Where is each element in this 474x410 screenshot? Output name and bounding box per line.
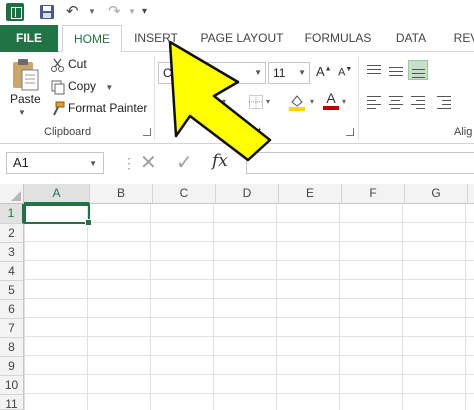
row-header-8[interactable]: 8 [0,338,24,357]
row-header-3[interactable]: 3 [0,243,24,262]
underline-dropdown-icon[interactable]: ▾ [222,94,228,110]
name-box-value: A1 [13,155,29,170]
font-color-button[interactable]: A [322,90,340,112]
select-all-button[interactable] [0,184,24,204]
fill-color-dropdown-icon[interactable]: ▾ [310,94,314,110]
paintbrush-icon [50,101,66,117]
align-center-icon[interactable] [388,96,404,110]
worksheet-grid: A B C D E F G 1 2 3 4 5 6 7 8 9 10 11 [0,184,474,410]
font-size-box[interactable]: 11 ▼ [268,62,310,84]
grow-font-arrow-icon: ▲ [324,65,332,73]
scissors-icon [50,57,66,73]
tab-page-layout[interactable]: PAGE LAYOUT [196,25,288,52]
clipboard-group-label: Clipboard [44,126,92,138]
tab-home[interactable]: HOME [62,25,122,53]
font-name-dropdown-icon[interactable]: ▼ [254,63,262,83]
font-color-letter: A [326,90,336,106]
group-divider [358,56,359,140]
name-box-dropdown-icon[interactable]: ▼ [89,154,97,174]
row-header-11[interactable]: 11 [0,395,24,410]
tab-insert[interactable]: INSERT [130,25,182,52]
font-color-dropdown-icon[interactable]: ▾ [342,94,346,110]
name-box[interactable]: A1 ▼ [6,152,104,174]
tab-data[interactable]: DATA [388,25,434,52]
row-header-7[interactable]: 7 [0,319,24,338]
font-group-label: nt [252,126,262,138]
column-header-b[interactable]: B [90,184,153,204]
row-header-5[interactable]: 5 [0,281,24,300]
font-color-swatch [323,106,339,110]
column-header-e[interactable]: E [279,184,342,204]
align-right-icon[interactable] [410,96,426,110]
save-icon[interactable] [38,3,56,21]
enter-check-icon[interactable]: ✓ [176,150,193,175]
row-header-6[interactable]: 6 [0,300,24,319]
grow-font-letter: A [316,64,325,79]
column-header-g[interactable]: G [405,184,468,204]
undo-dropdown-icon[interactable]: ▼ [88,3,106,21]
column-header-a[interactable]: A [24,184,90,204]
paste-icon [13,59,39,91]
excel-logo-icon [6,3,24,21]
group-divider [154,56,155,140]
column-header-c[interactable]: C [153,184,216,204]
paste-label[interactable]: Paste [10,92,41,106]
undo-icon[interactable]: ↶ [66,3,84,21]
borders-icon[interactable] [248,94,264,110]
font-name-box[interactable]: C ▼ [158,62,266,84]
tab-formulas[interactable]: FORMULAS [300,25,376,52]
shrink-font-arrow-icon: ▼ [345,66,353,73]
align-left-icon[interactable] [366,96,382,110]
row-header-4[interactable]: 4 [0,262,24,281]
copy-button[interactable]: Copy ▼ [50,76,113,96]
fill-color-icon[interactable] [288,92,306,112]
ribbon: Paste ▼ Cut Copy ▼ Format Painter Clipbo… [0,52,474,144]
row-header-1[interactable]: 1 [0,204,24,224]
formula-buttons: ✕ ✓ fx [134,150,242,176]
ribbon-tabs: FILE HOME INSERT PAGE LAYOUT FORMULAS DA… [0,25,474,53]
paste-button[interactable] [10,58,40,92]
row-header-10[interactable]: 10 [0,376,24,395]
format-painter-button[interactable]: Format Painter [50,98,147,118]
row-header-2[interactable]: 2 [0,224,24,243]
decrease-indent-icon[interactable] [436,96,452,110]
formula-bar-grip-icon[interactable]: ⋮ [122,152,136,174]
font-size-value: 11 [273,66,286,80]
active-cell-a1[interactable] [24,204,92,226]
copy-icon [50,79,66,95]
redo-icon[interactable]: ↷ [108,3,126,21]
cut-button[interactable]: Cut [50,54,87,74]
borders-dropdown-icon[interactable]: ▾ [266,94,270,110]
column-header-d[interactable]: D [216,184,279,204]
row-header-9[interactable]: 9 [0,357,24,376]
format-painter-label: Format Painter [68,101,148,115]
cancel-icon[interactable]: ✕ [140,150,157,175]
tab-file[interactable]: FILE [0,25,58,52]
middle-align-icon[interactable] [388,64,404,78]
top-align-icon[interactable] [366,64,382,78]
font-launcher-icon[interactable] [346,128,354,136]
customize-toolbar-icon[interactable]: ▾ [142,3,160,21]
font-size-dropdown-icon[interactable]: ▼ [298,63,306,83]
alignment-group-label: Alig [454,126,473,138]
column-header-f[interactable]: F [342,184,405,204]
shrink-font-button[interactable]: A▼ [338,66,352,79]
font-name-value: C [163,66,172,80]
cell-area[interactable] [24,204,474,410]
quick-access-toolbar: ↶ ▼ ↷ ▼ ▾ [0,0,474,25]
copy-dropdown-icon[interactable]: ▼ [105,83,113,92]
paste-dropdown-icon[interactable]: ▼ [18,108,26,117]
insert-function-icon[interactable]: fx [212,151,228,171]
column-header-partial[interactable] [468,184,474,204]
copy-label: Copy [68,79,97,93]
cut-label: Cut [68,57,87,71]
clipboard-launcher-icon[interactable] [143,128,151,136]
bottom-align-icon[interactable] [408,60,428,80]
tab-review[interactable]: REV [446,25,474,52]
grow-font-button[interactable]: A▲ [316,64,332,79]
formula-input[interactable] [246,152,474,174]
